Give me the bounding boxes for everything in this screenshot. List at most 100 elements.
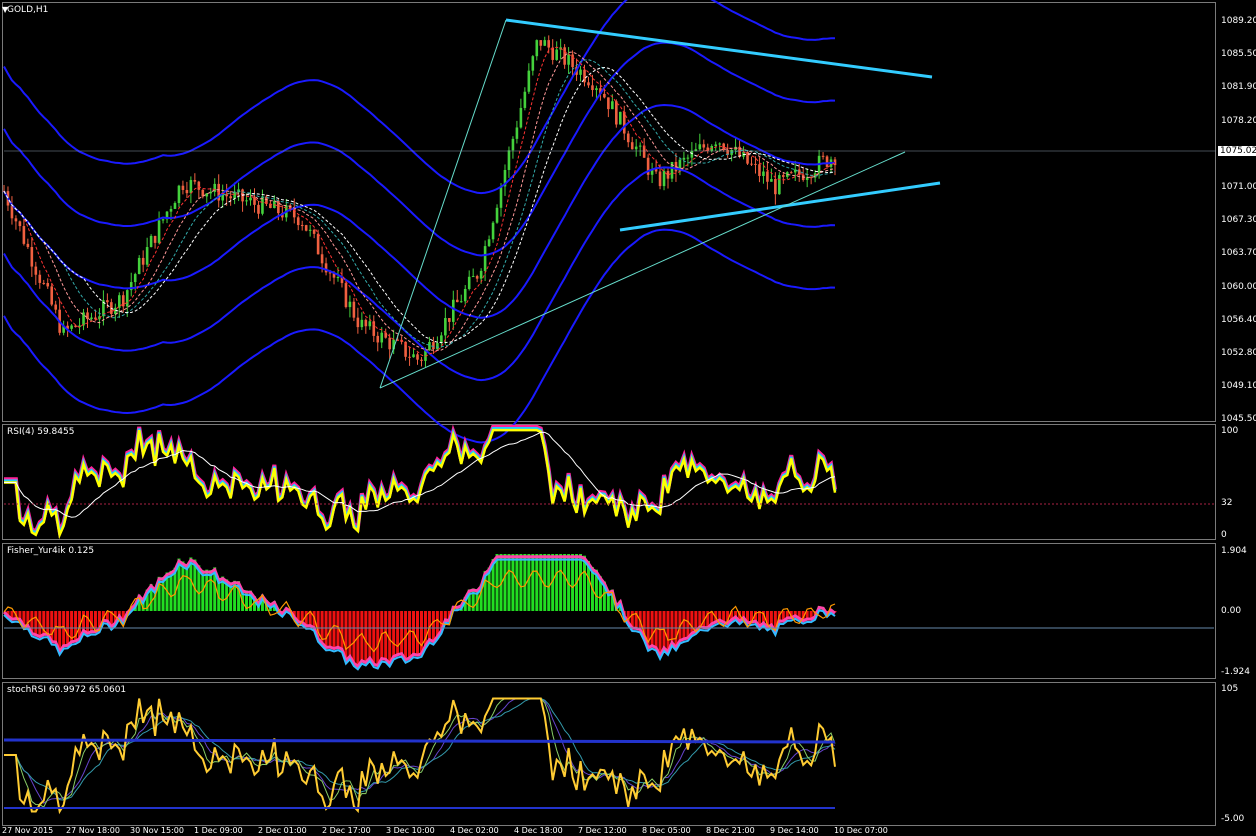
fisher-bar <box>443 611 447 620</box>
candle-body <box>173 203 177 209</box>
candle-body <box>356 317 360 328</box>
candle-body <box>579 69 582 75</box>
fisher-bar <box>531 554 535 611</box>
candle-body <box>527 70 531 92</box>
candle-body <box>376 335 380 343</box>
candle-body <box>70 325 73 329</box>
candle-body <box>229 196 232 199</box>
candle-body <box>344 283 348 308</box>
candle-body <box>26 243 30 248</box>
candle-body <box>14 218 18 222</box>
candle-body <box>686 157 690 159</box>
candle-body <box>682 157 686 160</box>
candle-body <box>436 343 439 350</box>
candle-body <box>507 150 511 170</box>
fisher-bar <box>495 554 499 611</box>
candle-body <box>630 142 634 150</box>
candle-body <box>622 111 626 134</box>
candle-body <box>615 101 618 125</box>
candle-body <box>658 171 662 187</box>
candle-body <box>762 171 765 177</box>
envelope-band <box>3 0 836 195</box>
fisher-bar <box>400 611 404 654</box>
candle-body <box>320 254 324 264</box>
candle-body <box>253 197 256 205</box>
candle-body <box>483 246 487 271</box>
candle-body <box>22 226 26 244</box>
fisher-bar <box>324 611 328 648</box>
candle-body <box>531 56 535 71</box>
candle-body <box>587 82 590 86</box>
candle-body <box>515 127 519 139</box>
fisher-bar <box>384 611 388 660</box>
candle-body <box>181 185 185 190</box>
candle-body <box>440 335 443 344</box>
fisher-bar <box>376 611 380 667</box>
candle-body <box>495 207 499 223</box>
candle-body <box>750 163 753 165</box>
candle-body <box>555 49 558 60</box>
candle-body <box>523 91 527 108</box>
candle-body <box>539 40 543 46</box>
fisher-bar <box>340 611 344 650</box>
candle-body <box>782 175 785 177</box>
candle-body <box>308 229 312 231</box>
fisher-bar <box>535 554 539 611</box>
fisher-bar <box>519 554 523 611</box>
envelope-band <box>3 104 836 319</box>
candle-body <box>296 217 300 226</box>
candle-body <box>774 178 777 195</box>
fisher-bar <box>559 554 563 611</box>
candle-body <box>46 283 50 287</box>
fisher-bar <box>511 554 515 611</box>
candle-body <box>718 143 721 145</box>
candle-body <box>412 354 415 358</box>
candle-body <box>626 133 630 143</box>
fan-line <box>379 19 507 389</box>
candle-body <box>364 319 368 327</box>
candle-body <box>50 286 54 305</box>
moving-average <box>3 66 836 344</box>
candle-body <box>471 276 475 278</box>
fisher-bar <box>507 554 511 611</box>
candle-body <box>34 266 38 275</box>
fisher-signal <box>3 569 836 653</box>
candle-body <box>420 359 423 361</box>
candle-body <box>141 257 145 265</box>
fisher-bar <box>682 611 686 639</box>
candle-body <box>352 301 356 318</box>
candle-body <box>432 342 435 350</box>
candle-body <box>157 220 161 243</box>
candle-body <box>316 233 320 255</box>
fisher-bar <box>547 554 551 611</box>
moving-average <box>3 46 836 357</box>
fisher-bar <box>419 611 423 655</box>
chart-drawing <box>2 0 1216 815</box>
candle-body <box>249 197 252 201</box>
candle-body <box>698 144 702 150</box>
candle-body <box>638 145 642 147</box>
stoch-level <box>3 738 836 744</box>
candle-body <box>312 229 316 234</box>
candle-body <box>257 204 260 214</box>
candle-body <box>487 239 491 247</box>
candle-body <box>86 312 89 320</box>
candle-body <box>444 318 447 336</box>
candle-body <box>193 180 197 182</box>
fisher-bar <box>181 561 185 611</box>
candle-body <box>479 270 483 279</box>
candle-body <box>189 180 193 194</box>
candle-body <box>448 318 451 322</box>
candle-body <box>770 178 773 182</box>
candle-body <box>233 192 236 199</box>
candle-body <box>169 208 173 212</box>
fisher-bar <box>670 611 674 643</box>
candle-body <box>384 332 388 338</box>
fisher-bar <box>82 611 86 631</box>
candle-body <box>722 143 725 150</box>
candle-body <box>149 235 153 248</box>
fisher-bar <box>539 554 543 611</box>
candle-body <box>408 356 411 358</box>
fisher-bar <box>348 611 352 657</box>
candle-body <box>491 222 495 240</box>
